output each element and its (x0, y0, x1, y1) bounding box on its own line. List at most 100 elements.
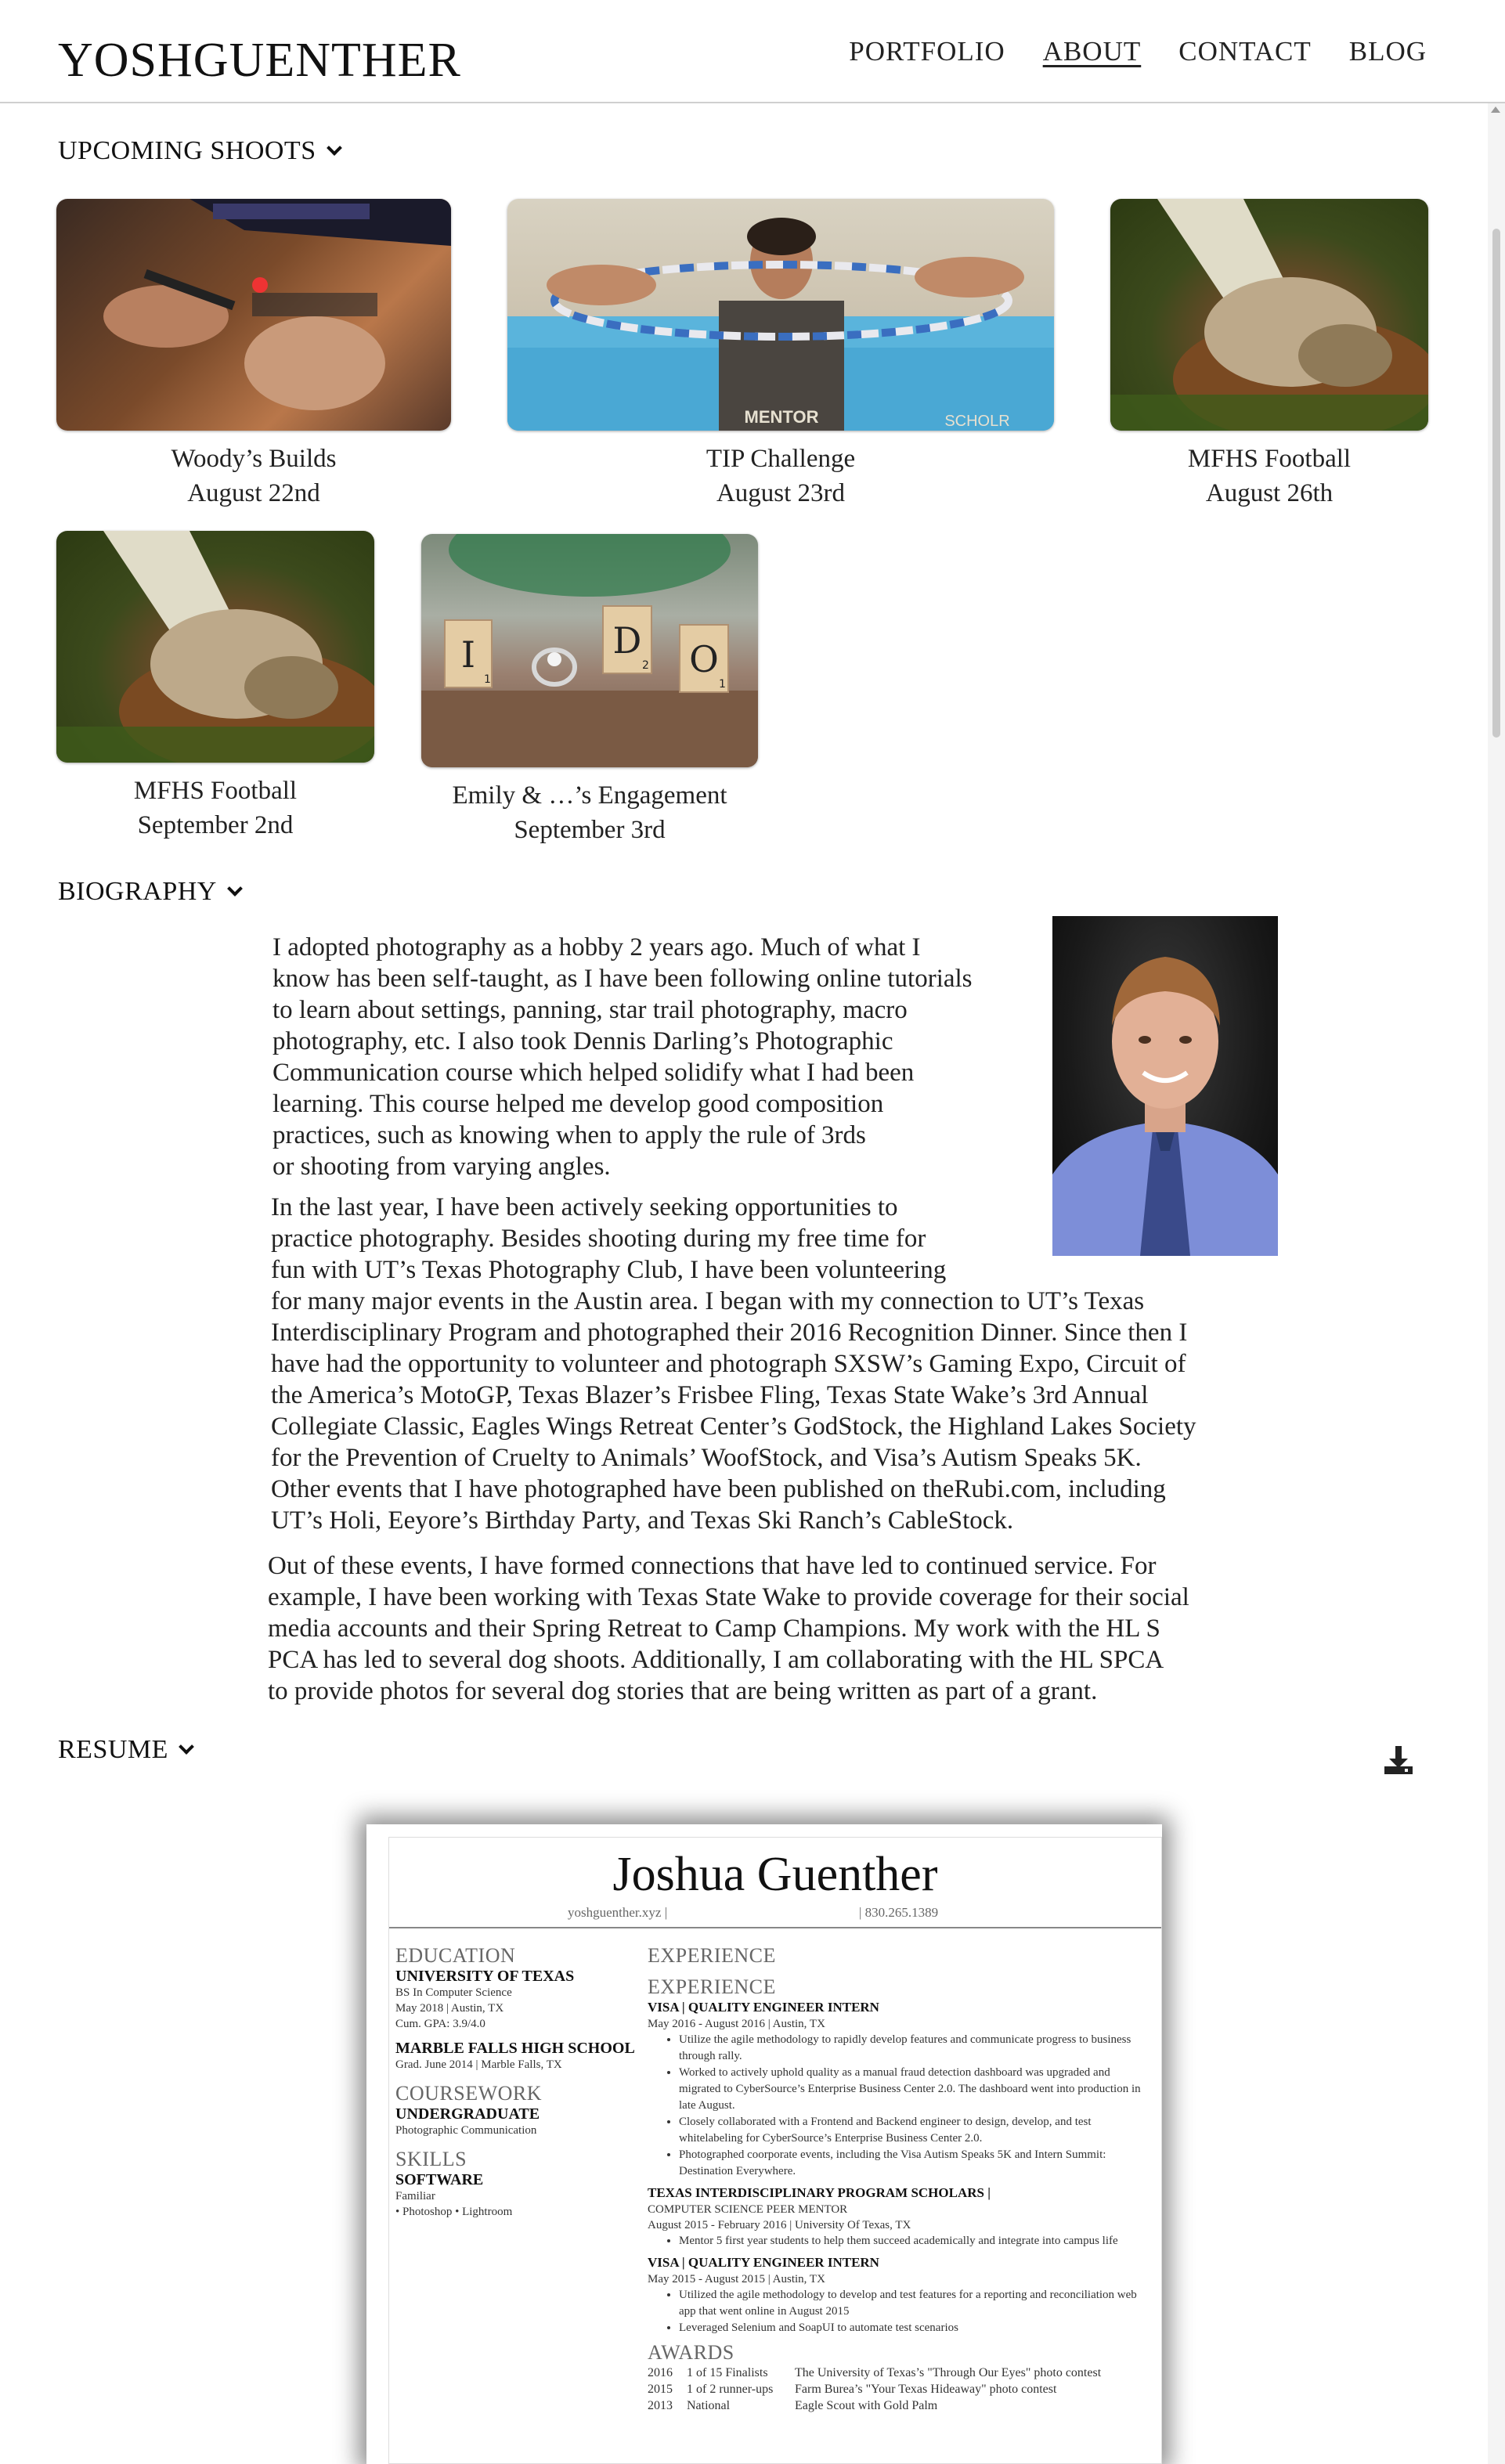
chevron-down-icon (226, 881, 243, 896)
resume-job-title: VISA | QUALITY ENGINEER INTERN (648, 2255, 879, 2270)
resume-line: BS In Computer Science (395, 1986, 512, 1999)
upcoming-shoots-toggle[interactable]: UPCOMING SHOOTS (58, 136, 342, 166)
shoot-title: MFHS Football (133, 777, 298, 805)
bio-line: practice photography. Besides shooting d… (271, 1225, 926, 1253)
shoot-photo-soldering (56, 199, 451, 431)
photo-shirt-text-2: SCHOLR (944, 413, 1009, 430)
resume-skills-heading: SKILLS (395, 2148, 467, 2170)
tile-letter: D (613, 619, 642, 662)
shoot-photo-ring-tiles: I D O 1 2 1 (421, 534, 758, 767)
shoot-card-woodys-builds[interactable]: Woody’s Builds August 22nd (56, 199, 451, 510)
shoot-photo-football-glove (56, 531, 374, 763)
bio-line: Other events that I have photographed ha… (271, 1475, 1166, 1503)
resume-coursework-heading: COURSEWORK (395, 2082, 543, 2105)
resume-experience-heading: EXPERIENCE (648, 1975, 776, 1998)
resume-name: Joshua Guenther (612, 1848, 938, 1901)
shoot-card-mfhs-football-aug[interactable]: MFHS Football August 26th (1110, 199, 1428, 510)
resume-line: May 2016 - August 2016 | Austin, TX (648, 2018, 825, 2030)
resume-bullets: Utilized the agile methodology to develo… (648, 2287, 1149, 2336)
nav-blog[interactable]: BLOG (1349, 36, 1427, 67)
bio-line: for many major events in the Austin area… (271, 1287, 1145, 1315)
tile-number: 2 (642, 659, 649, 672)
bio-line: practices, such as knowing when to apply… (272, 1121, 866, 1149)
resume-school: MARBLE FALLS HIGH SCHOOL (395, 2040, 635, 2057)
shoot-card-tip-challenge[interactable]: MENTOR SCHOLR TIP Challenge August 23rd (507, 199, 1054, 510)
bio-line: Interdisciplinary Program and photograph… (271, 1319, 1188, 1347)
award-year: 2015 (648, 2383, 673, 2396)
scroll-up-arrow-icon[interactable] (1491, 106, 1500, 113)
award-rank: National (687, 2399, 731, 2412)
bio-line: have had the opportunity to volunteer an… (271, 1350, 1186, 1378)
resume-line: Cum. GPA: 3.9/4.0 (395, 2018, 485, 2030)
resume-award-row: 2015 1 of 2 runner-ups Farm Burea’s "You… (648, 2381, 1149, 2397)
page-scrollbar[interactable] (1488, 103, 1505, 2464)
site-header: YOSHGUENTHER PORTFOLIO ABOUT CONTACT BLO… (0, 0, 1505, 103)
resume-right-column: EXPERIENCE EXPERIENCE VISA | QUALITY ENG… (648, 1944, 1149, 2414)
bio-line: In the last year, I have been actively s… (271, 1193, 898, 1221)
resume-document: Joshua Guenther yoshguenther.xyz | | 830… (388, 1837, 1162, 2464)
bio-line: Collegiate Classic, Eagles Wings Retreat… (271, 1412, 1196, 1441)
bio-line: photography, etc. I also took Dennis Dar… (272, 1027, 893, 1055)
upcoming-shoots-heading: UPCOMING SHOOTS (58, 136, 316, 165)
bio-paragraph-1: I adopted photography as a hobby 2 years… (272, 932, 973, 1182)
resume-school: UNIVERSITY OF TEXAS (395, 1968, 575, 1985)
resume-line: May 2018 | Austin, TX (395, 2002, 504, 2015)
biography-heading: BIOGRAPHY (58, 877, 217, 906)
site-title[interactable]: YOSHGUENTHER (58, 33, 461, 88)
chevron-down-icon (326, 140, 342, 156)
bio-line: or shooting from varying angles. (272, 1153, 611, 1181)
shoot-date: August 23rd (716, 479, 846, 507)
resume-bullet: Leveraged Selenium and SoapUI to automat… (679, 2320, 1149, 2336)
resume-line: • Photoshop • Lightroom (395, 2206, 513, 2218)
resume-website: yoshguenther.xyz | (568, 1905, 668, 1920)
biography-toggle[interactable]: BIOGRAPHY (58, 877, 243, 907)
shoot-card-mfhs-football-sep[interactable]: MFHS Football September 2nd (56, 531, 374, 842)
shoot-title: TIP Challenge (706, 445, 856, 473)
resume-left-column: EDUCATION UNIVERSITY OF TEXAS BS In Comp… (395, 1944, 638, 2220)
shoot-date: September 3rd (514, 816, 666, 844)
award-rank: 1 of 2 runner-ups (687, 2383, 774, 2396)
download-icon[interactable] (1381, 1743, 1416, 1777)
shoot-caption: Woody’s Builds August 22nd (56, 442, 451, 510)
shoot-card-engagement[interactable]: I D O 1 2 1 Emily & …’s Engagement Septe… (421, 534, 758, 847)
resume-line: COMPUTER SCIENCE PEER MENTOR (648, 2203, 848, 2216)
shoot-caption: Emily & …’s Engagement September 3rd (421, 778, 758, 847)
main-nav: PORTFOLIO ABOUT CONTACT BLOG (849, 36, 1427, 67)
resume-line: August 2015 - February 2016 | University… (648, 2219, 911, 2231)
bio-line: media accounts and their Spring Retreat … (268, 1614, 1160, 1643)
resume-job-title: TEXAS INTERDISCIPLINARY PROGRAM SCHOLARS… (648, 2185, 991, 2200)
award-desc: Eagle Scout with Gold Palm (795, 2399, 938, 2412)
bio-line: UT’s Holi, Eeyore’s Birthday Party, and … (271, 1506, 1014, 1535)
resume-bullets: Mentor 5 first year students to help the… (648, 2233, 1149, 2249)
bio-line: PCA has led to several dog shoots. Addit… (268, 1646, 1164, 1674)
bio-line: the America’s MotoGP, Texas Blazer’s Fri… (271, 1381, 1149, 1409)
chevron-down-icon (179, 1739, 194, 1755)
resume-bullets: Utilize the agile methodology to rapidly… (648, 2032, 1149, 2180)
shoot-date: August 26th (1205, 479, 1334, 507)
bio-line: I adopted photography as a hobby 2 years… (272, 933, 921, 961)
tile-number: 1 (484, 673, 491, 686)
award-desc: Farm Burea’s "Your Texas Hideaway" photo… (795, 2383, 1057, 2396)
resume-toggle[interactable]: RESUME (58, 1735, 194, 1765)
resume-bullet: Utilized the agile methodology to develo… (679, 2287, 1149, 2320)
resume-job-title: VISA | QUALITY ENGINEER INTERN (648, 2000, 879, 2015)
nav-portfolio[interactable]: PORTFOLIO (849, 36, 1005, 67)
shoot-caption: MFHS Football September 2nd (56, 774, 374, 842)
resume-line: Grad. June 2014 | Marble Falls, TX (395, 2058, 562, 2071)
bio-line: Out of these events, I have formed conne… (268, 1552, 1157, 1580)
bio-paragraph-2: In the last year, I have been actively s… (271, 1192, 1196, 1536)
nav-contact[interactable]: CONTACT (1178, 36, 1311, 67)
resume-line: May 2015 - August 2015 | Austin, TX (648, 2273, 825, 2285)
tile-number: 1 (719, 678, 726, 691)
shoot-title: Woody’s Builds (171, 445, 337, 473)
shoot-title: Emily & …’s Engagement (452, 781, 727, 810)
award-year: 2016 (648, 2366, 673, 2379)
resume-bullet: Utilize the agile methodology to rapidly… (679, 2032, 1149, 2065)
shoot-title: MFHS Football (1187, 445, 1352, 473)
nav-about[interactable]: ABOUT (1043, 36, 1142, 67)
resume-bullet: Mentor 5 first year students to help the… (679, 2233, 1149, 2249)
bio-line: know has been self-taught, as I have bee… (272, 965, 973, 993)
tile-letter: I (461, 633, 475, 676)
tile-letter: O (689, 638, 719, 680)
scrollbar-thumb[interactable] (1492, 229, 1500, 738)
